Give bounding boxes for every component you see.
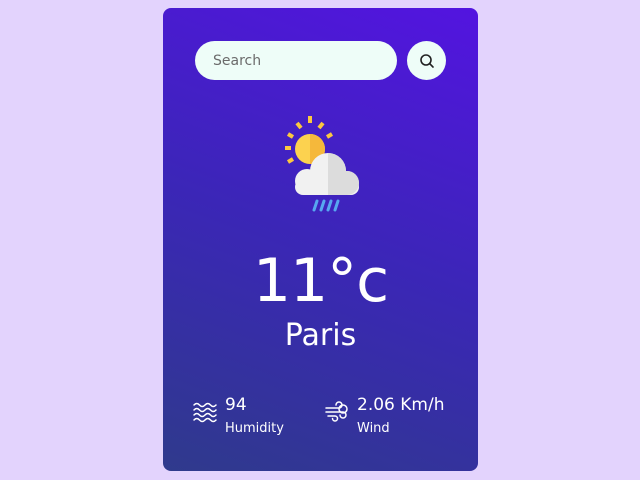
search-button[interactable] bbox=[407, 41, 446, 80]
humidity-value: 94 bbox=[225, 395, 247, 415]
wind-icon bbox=[325, 400, 349, 424]
weather-card: 11°c Paris 94 Humidity 2.06 Km/h Wind bbox=[163, 8, 478, 471]
humidity-waves-icon bbox=[193, 400, 217, 424]
temperature-value: 11°c bbox=[252, 246, 389, 316]
wind-value: 2.06 Km/h bbox=[357, 395, 445, 415]
sun-cloud-rain-icon bbox=[273, 113, 367, 215]
search-icon bbox=[419, 53, 435, 69]
search-input[interactable] bbox=[195, 41, 397, 80]
wind-label: Wind bbox=[357, 421, 390, 436]
humidity-label: Humidity bbox=[225, 421, 284, 436]
city-name: Paris bbox=[284, 318, 357, 353]
